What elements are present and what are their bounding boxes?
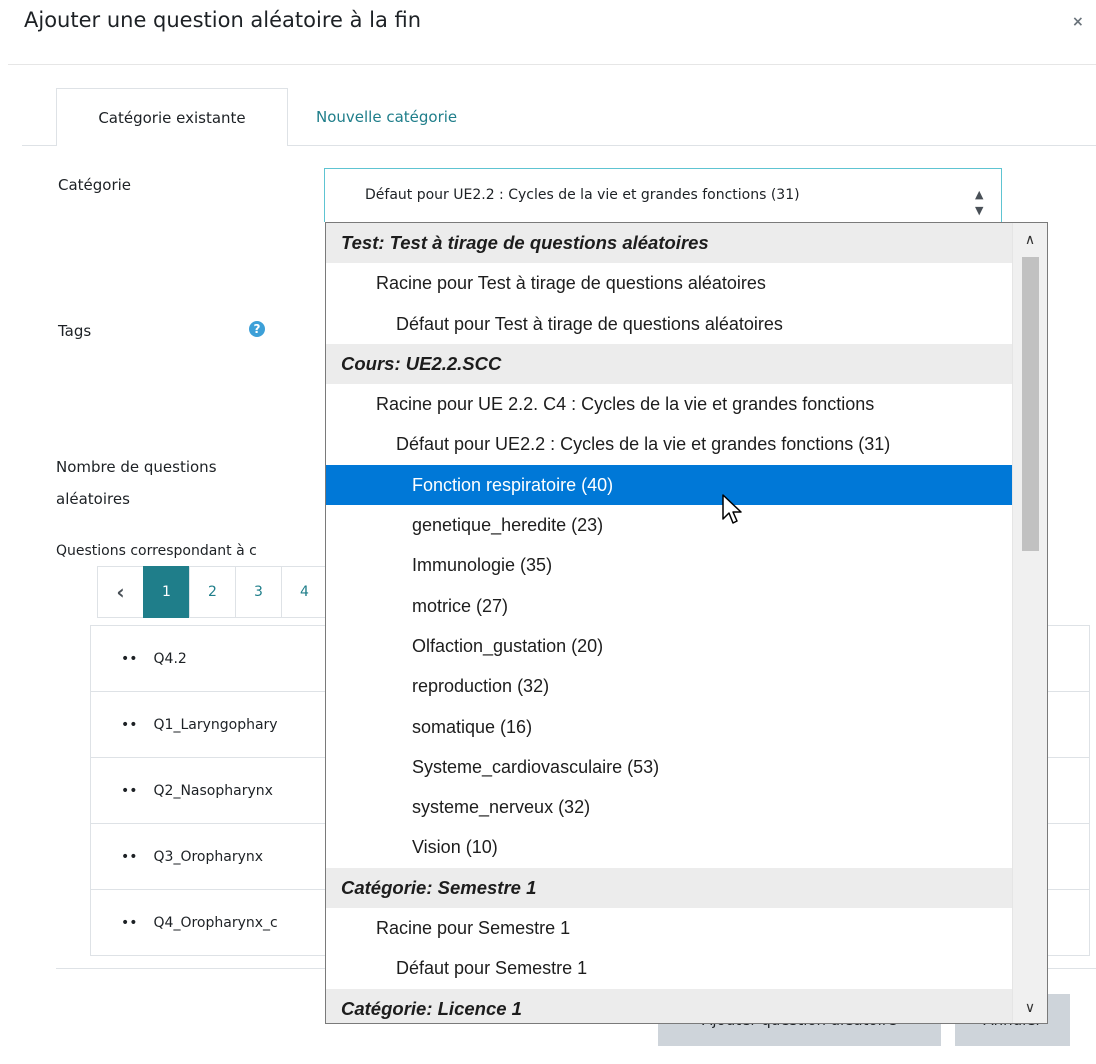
- bullet-icon: ••: [121, 650, 138, 667]
- dropdown-group-header: Catégorie: Semestre 1: [326, 867, 1012, 909]
- category-select-value: Défaut pour UE2.2 : Cycles de la vie et …: [365, 187, 800, 203]
- dropdown-group-header: Cours: UE2.2.SCC: [326, 343, 1012, 385]
- chevron-up-icon[interactable]: ∧: [1013, 223, 1047, 255]
- pagination: ‹ 1 2 3 4: [97, 566, 328, 618]
- close-icon[interactable]: ×: [1072, 14, 1084, 30]
- mouse-pointer-icon: [722, 494, 742, 524]
- bullet-icon: ••: [121, 716, 138, 733]
- dropdown-option[interactable]: Défaut pour Test à tirage de questions a…: [326, 304, 1012, 344]
- dropdown-option[interactable]: Défaut pour Semestre 1: [326, 948, 1012, 988]
- dropdown-option[interactable]: Vision (10): [326, 827, 1012, 867]
- dropdown-option[interactable]: systeme_nerveux (32): [326, 787, 1012, 827]
- dropdown-option[interactable]: somatique (16): [326, 707, 1012, 747]
- question-name: Q4_Oropharynx_c: [153, 914, 278, 931]
- question-name: Q3_Oropharynx: [153, 848, 264, 865]
- count-label-line1: Nombre de questions: [56, 458, 217, 476]
- matching-questions-label: Questions correspondant à c: [56, 543, 257, 559]
- bullet-icon: ••: [121, 848, 138, 865]
- chevron-down-icon[interactable]: ∨: [1013, 991, 1047, 1023]
- pagination-page[interactable]: 2: [189, 566, 236, 618]
- tab-existing-category[interactable]: Catégorie existante: [56, 88, 288, 146]
- header-divider: [8, 64, 1096, 65]
- question-circle-icon[interactable]: ?: [249, 321, 265, 337]
- dropdown-option[interactable]: Fonction respiratoire (40): [326, 464, 1012, 506]
- dropdown-option[interactable]: Systeme_cardiovasculaire (53): [326, 747, 1012, 787]
- pagination-page[interactable]: 1: [143, 566, 190, 618]
- scrollbar-thumb[interactable]: [1022, 257, 1039, 551]
- dropdown-option[interactable]: Racine pour Test à tirage de questions a…: [326, 263, 1012, 303]
- category-select[interactable]: Défaut pour UE2.2 : Cycles de la vie et …: [324, 168, 1002, 222]
- dropdown-option[interactable]: Racine pour UE 2.2. C4 : Cycles de la vi…: [326, 384, 1012, 424]
- dropdown-option[interactable]: motrice (27): [326, 586, 1012, 626]
- tab-border: [22, 145, 56, 146]
- bullet-icon: ••: [121, 782, 138, 799]
- question-name: Q1_Laryngophary: [153, 716, 278, 733]
- dropdown-option[interactable]: genetique_heredite (23): [326, 505, 1012, 545]
- pagination-prev[interactable]: ‹: [97, 566, 144, 618]
- tags-label: Tags: [58, 322, 92, 340]
- bullet-icon: ••: [121, 914, 138, 931]
- pagination-page[interactable]: 3: [235, 566, 282, 618]
- dropdown-option[interactable]: reproduction (32): [326, 666, 1012, 706]
- count-label-line2: aléatoires: [56, 490, 130, 508]
- select-arrows-icon: ▲ ▼: [975, 188, 984, 217]
- dropdown-option[interactable]: Racine pour Semestre 1: [326, 908, 1012, 948]
- question-name: Q4.2: [153, 650, 187, 667]
- pagination-page[interactable]: 4: [281, 566, 328, 618]
- dropdown-scrollbar[interactable]: ∧ ∨: [1012, 223, 1047, 1023]
- dialog-title: Ajouter une question aléatoire à la fin: [24, 8, 422, 32]
- category-label: Catégorie: [58, 176, 132, 194]
- dropdown-group-header: Test: Test à tirage de questions aléatoi…: [326, 223, 1012, 264]
- dropdown-options: Test: Test à tirage de questions aléatoi…: [326, 223, 1047, 1023]
- dropdown-group-header: Catégorie: Licence 1: [326, 988, 1012, 1023]
- dropdown-option[interactable]: Immunologie (35): [326, 545, 1012, 585]
- dropdown-option[interactable]: Défaut pour UE2.2 : Cycles de la vie et …: [326, 424, 1012, 464]
- tab-border: [288, 145, 1096, 146]
- question-name: Q2_Nasopharynx: [153, 782, 273, 799]
- category-dropdown-list[interactable]: Test: Test à tirage de questions aléatoi…: [325, 222, 1048, 1024]
- tab-new-category[interactable]: Nouvelle catégorie: [316, 108, 457, 126]
- dropdown-option[interactable]: Olfaction_gustation (20): [326, 626, 1012, 666]
